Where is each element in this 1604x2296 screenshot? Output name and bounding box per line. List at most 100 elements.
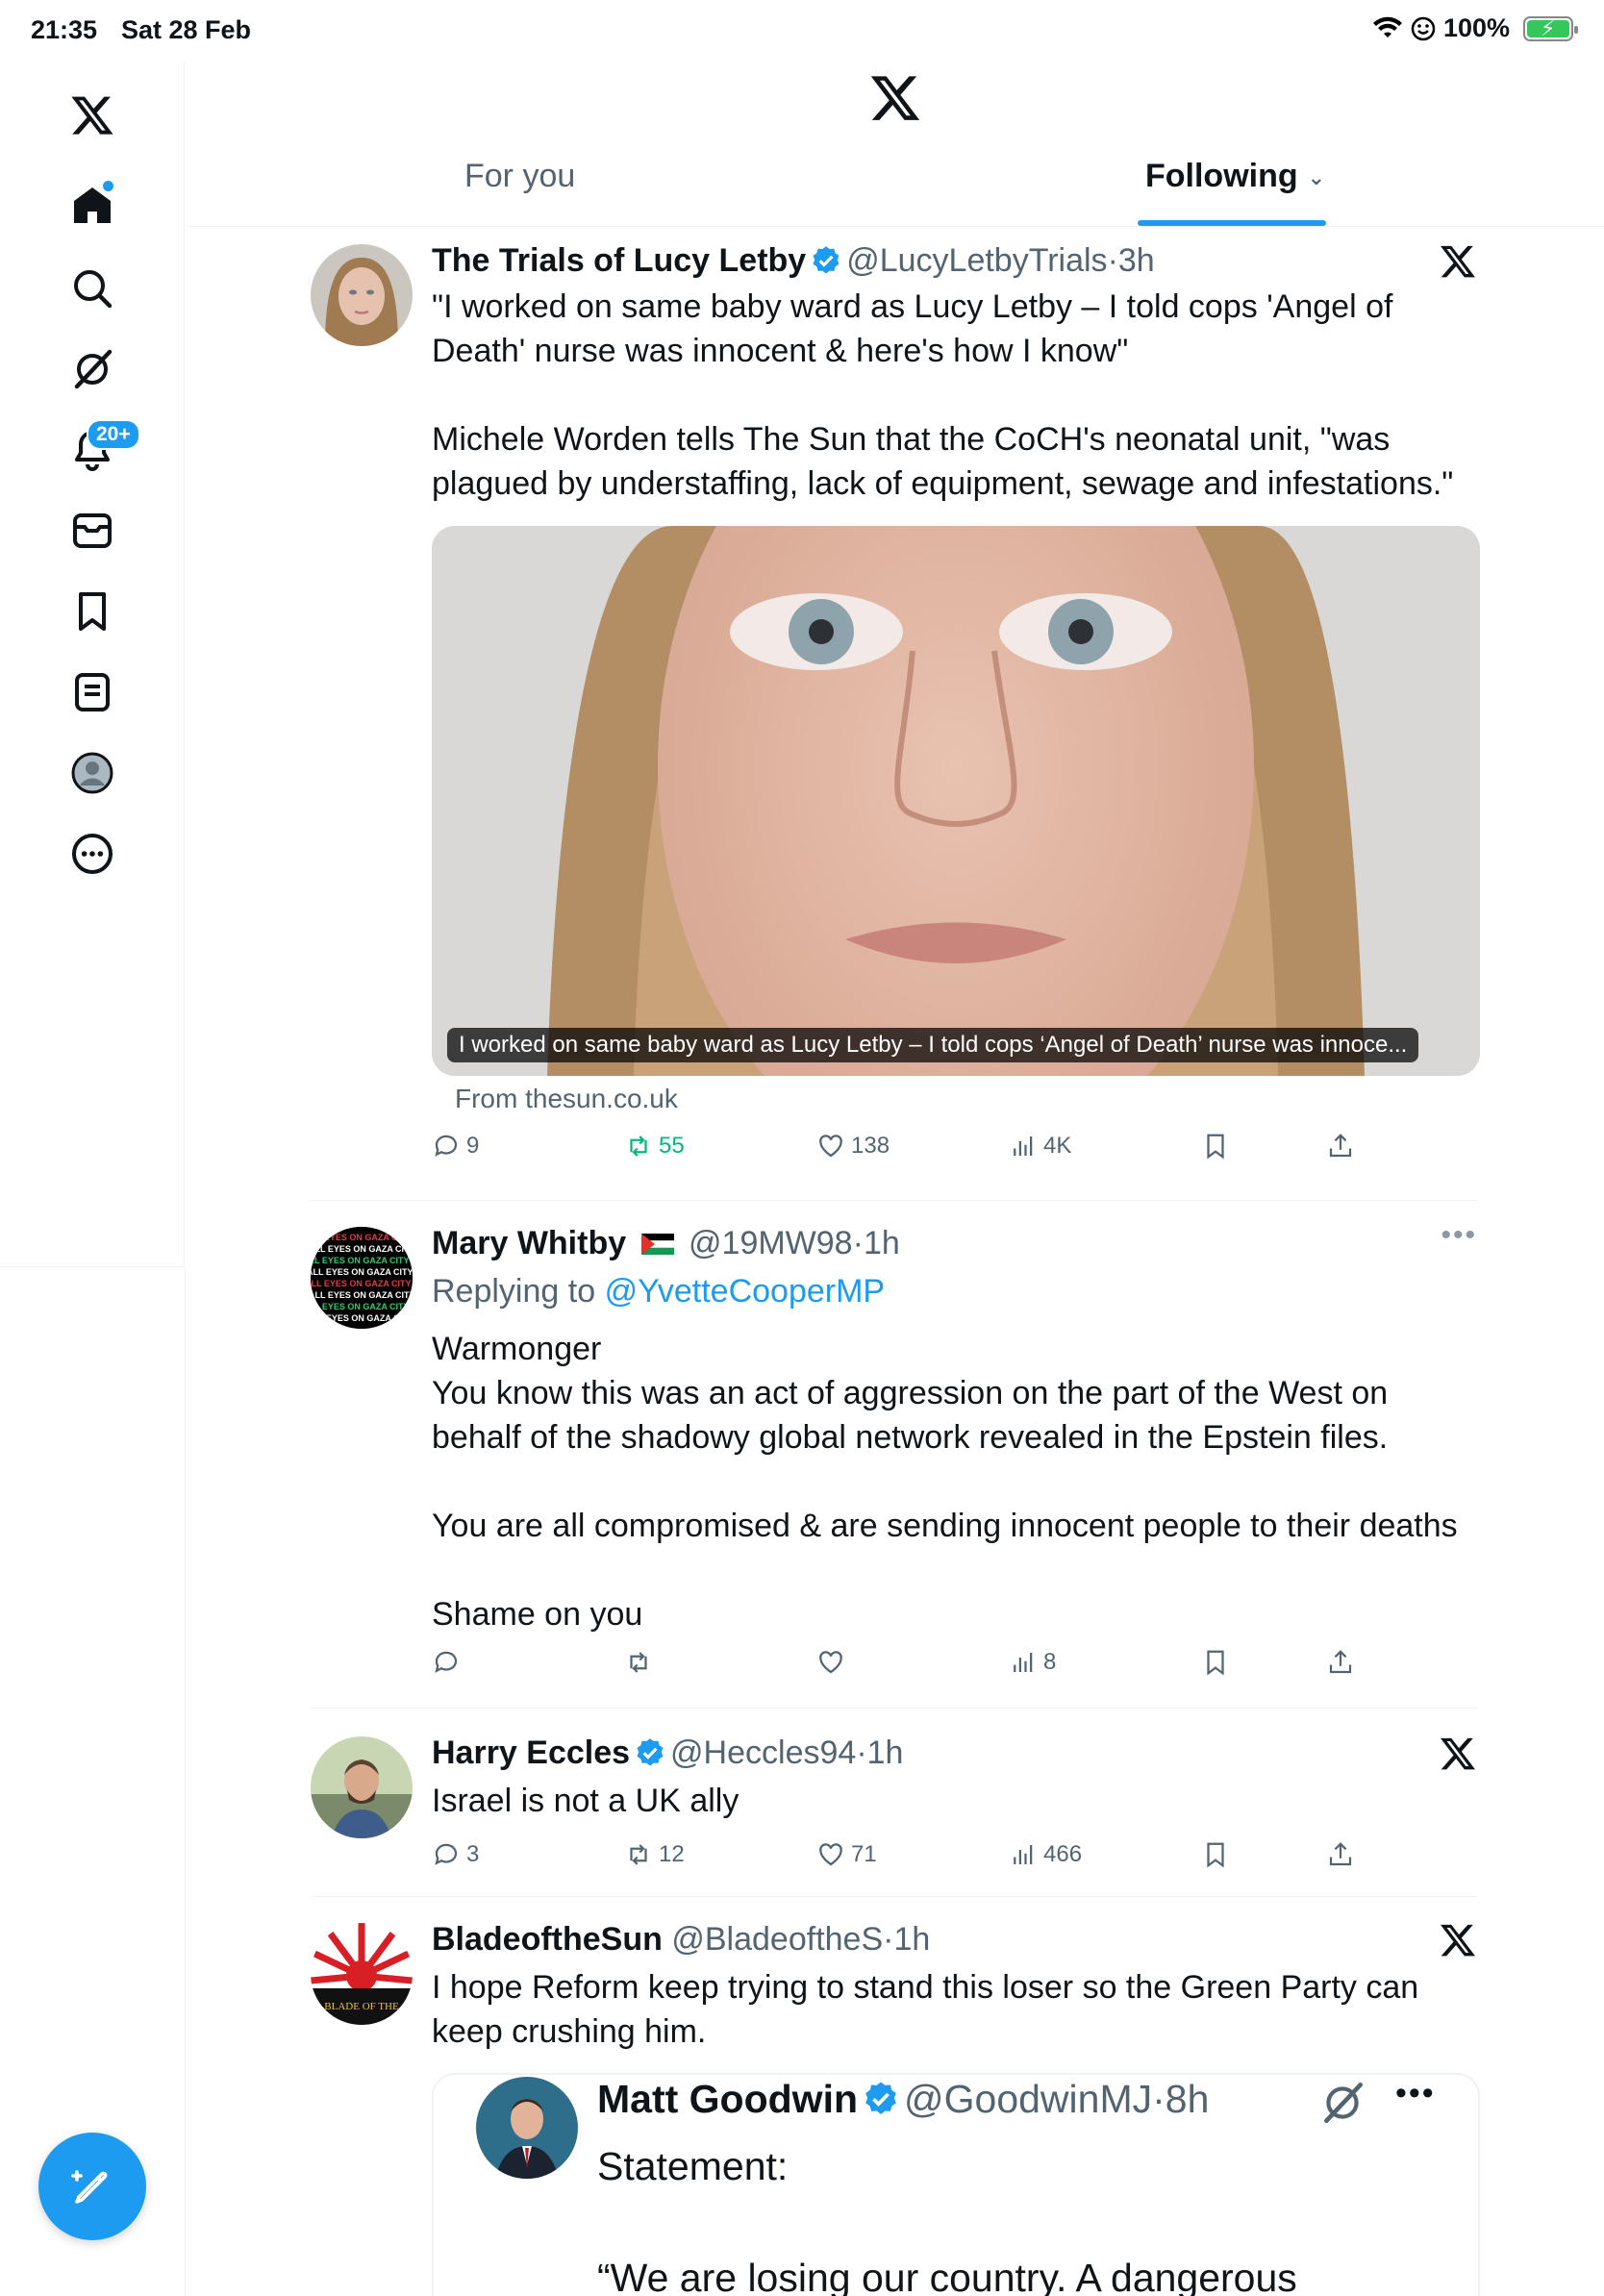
bookmark-button[interactable] bbox=[1201, 1840, 1230, 1869]
avatar[interactable]: ALL EYES ON GAZA CITY ALL EYES ON GAZA C… bbox=[311, 1227, 413, 1329]
like-count: 71 bbox=[851, 1841, 877, 1867]
reply-button[interactable]: 9 bbox=[432, 1132, 479, 1160]
compose-feather-icon bbox=[71, 2170, 108, 2204]
views-chart-icon bbox=[1014, 1845, 1033, 1864]
x-logo-icon bbox=[1441, 1924, 1475, 1957]
share-button[interactable] bbox=[1326, 1648, 1355, 1677]
more-options-icon[interactable]: ••• bbox=[1395, 2075, 1436, 2112]
quoted-author-handle[interactable]: @GoodwinMJ bbox=[904, 2077, 1152, 2121]
tweet-time[interactable]: 3h bbox=[1118, 242, 1155, 279]
chevron-down-icon: ⌄ bbox=[1307, 165, 1326, 190]
sidebar-item-profile[interactable] bbox=[60, 740, 125, 806]
repost-button[interactable]: 55 bbox=[624, 1132, 685, 1160]
palestine-flag-icon bbox=[640, 1234, 674, 1255]
reply-button[interactable] bbox=[432, 1648, 466, 1677]
like-count: 138 bbox=[851, 1133, 890, 1159]
tweet-time[interactable]: 1h bbox=[893, 1921, 930, 1958]
views-button[interactable]: 8 bbox=[1009, 1648, 1056, 1677]
author-handle[interactable]: @LucyLetbyTrials bbox=[846, 242, 1107, 279]
reply-icon bbox=[435, 1651, 458, 1673]
share-icon bbox=[1329, 1650, 1352, 1674]
tweet-actions: 3 12 71 466 bbox=[432, 1840, 1480, 1884]
tweet-actions: 9 55 138 4K bbox=[432, 1132, 1480, 1176]
compose-post-button[interactable] bbox=[38, 2133, 146, 2240]
tab-following-label: Following bbox=[1145, 158, 1298, 194]
repost-button[interactable] bbox=[624, 1648, 659, 1677]
author-name[interactable]: The Trials of Lucy Letby bbox=[432, 242, 806, 279]
sidebar-item-notifications[interactable]: 20+ bbox=[60, 417, 140, 483]
author-handle[interactable]: @19MW98 bbox=[689, 1225, 853, 1261]
tab-for-you[interactable]: For you bbox=[464, 158, 575, 195]
avatar-image bbox=[476, 2077, 578, 2179]
reply-count: 3 bbox=[466, 1841, 480, 1867]
tweet-mary-whitby[interactable]: ALL EYES ON GAZA CITY ALL EYES ON GAZA C… bbox=[311, 1219, 1477, 1706]
tweet-bladeofthesun[interactable]: BLADE OF THE BladeoftheSun @BladeoftheS·… bbox=[311, 1921, 1480, 2296]
sidebar-item-messages[interactable] bbox=[60, 498, 125, 563]
svg-text:ALL EYES ON GAZA CITY: ALL EYES ON GAZA CITY bbox=[311, 1313, 413, 1323]
like-button[interactable]: 71 bbox=[816, 1840, 877, 1869]
mail-icon bbox=[73, 513, 112, 548]
bookmark-icon bbox=[1207, 1134, 1224, 1160]
sidebar-item-search[interactable] bbox=[60, 256, 125, 321]
sidebar-item-home[interactable] bbox=[60, 173, 125, 238]
repost-icon bbox=[630, 1652, 647, 1673]
like-button[interactable] bbox=[816, 1648, 851, 1677]
tweet-harry-eccles[interactable]: Harry Eccles @Heccles94·1h Israel is not … bbox=[311, 1734, 1477, 1894]
link-card-image[interactable]: I worked on same baby ward as Lucy Letby… bbox=[432, 526, 1480, 1076]
svg-text:BLADE OF THE: BLADE OF THE bbox=[324, 2001, 399, 2012]
focus-smiley-icon bbox=[1411, 16, 1436, 40]
replying-to-mention[interactable]: @YvetteCooperMP bbox=[605, 1273, 886, 1310]
svg-text:ALL EYES ON GAZA CITY: ALL EYES ON GAZA CITY bbox=[311, 1256, 410, 1265]
avatar[interactable] bbox=[311, 244, 413, 346]
author-name[interactable]: BladeoftheSun bbox=[432, 1921, 663, 1958]
tweet-time[interactable]: 1h bbox=[864, 1225, 900, 1261]
grok-icon[interactable] bbox=[1318, 2079, 1366, 2127]
avatar[interactable] bbox=[311, 1736, 413, 1838]
views-button[interactable]: 466 bbox=[1009, 1840, 1082, 1869]
x-logo-icon bbox=[1441, 1737, 1475, 1770]
tweet-divider bbox=[311, 1896, 1477, 1897]
status-right: 100% ⚡ bbox=[1372, 13, 1578, 43]
tweet-text: Israel is not a UK ally bbox=[432, 1783, 739, 1819]
svg-text:ALL EYES ON GAZA CITY: ALL EYES ON GAZA CITY bbox=[311, 1302, 410, 1311]
quoted-avatar[interactable] bbox=[476, 2077, 578, 2179]
author-name[interactable]: Harry Eccles bbox=[432, 1734, 630, 1771]
avatar[interactable]: BLADE OF THE bbox=[311, 1923, 413, 2025]
x-logo-icon bbox=[71, 96, 113, 135]
tweet-time[interactable]: 1h bbox=[867, 1734, 904, 1771]
share-button[interactable] bbox=[1326, 1132, 1355, 1160]
view-count: 4K bbox=[1043, 1133, 1072, 1159]
reply-button[interactable]: 3 bbox=[432, 1840, 479, 1869]
sidebar-item-bookmarks[interactable] bbox=[60, 579, 125, 644]
views-button[interactable]: 4K bbox=[1009, 1132, 1071, 1160]
tweet-divider bbox=[311, 1708, 1477, 1709]
tweet-lucy-letby-trials[interactable]: The Trials of Lucy Letby @LucyLetbyTrials… bbox=[311, 242, 1480, 1194]
verified-badge-icon bbox=[865, 2082, 896, 2114]
x-logo-nav[interactable] bbox=[60, 83, 125, 148]
like-button[interactable]: 138 bbox=[816, 1132, 890, 1160]
views-chart-icon bbox=[1014, 1136, 1033, 1156]
sidebar-item-more[interactable] bbox=[60, 821, 125, 886]
sidebar-item-grok[interactable] bbox=[60, 337, 125, 402]
views-chart-icon bbox=[1014, 1653, 1033, 1672]
author-handle[interactable]: @BladeoftheS bbox=[671, 1921, 883, 1958]
author-handle[interactable]: @Heccles94 bbox=[670, 1734, 856, 1771]
share-button[interactable] bbox=[1326, 1840, 1355, 1869]
more-options-icon[interactable]: ••• bbox=[1441, 1219, 1477, 1252]
status-bar: 21:35 Sat 28 Feb 100% ⚡ bbox=[0, 0, 1604, 62]
author-name[interactable]: Mary Whitby bbox=[432, 1225, 626, 1261]
quoted-author-name[interactable]: Matt Goodwin bbox=[597, 2077, 858, 2121]
tweet-header: BladeoftheSun @BladeoftheS·1h bbox=[432, 1921, 931, 1958]
grok-icon bbox=[74, 349, 113, 389]
link-card-source[interactable]: From thesun.co.uk bbox=[455, 1084, 678, 1114]
sidebar-item-lists[interactable] bbox=[60, 660, 125, 725]
repost-count: 12 bbox=[659, 1841, 685, 1867]
list-icon bbox=[75, 673, 110, 711]
tab-following[interactable]: Following ⌄ bbox=[1145, 158, 1325, 195]
tweet-divider bbox=[311, 1200, 1477, 1201]
repost-button[interactable]: 12 bbox=[624, 1840, 685, 1869]
bookmark-button[interactable] bbox=[1201, 1132, 1230, 1160]
tweet-header: Harry Eccles @Heccles94·1h bbox=[432, 1734, 904, 1771]
bookmark-button[interactable] bbox=[1201, 1648, 1230, 1677]
quoted-tweet[interactable]: Matt Goodwin @GoodwinMJ·8h ••• Statement:… bbox=[432, 2073, 1480, 2296]
